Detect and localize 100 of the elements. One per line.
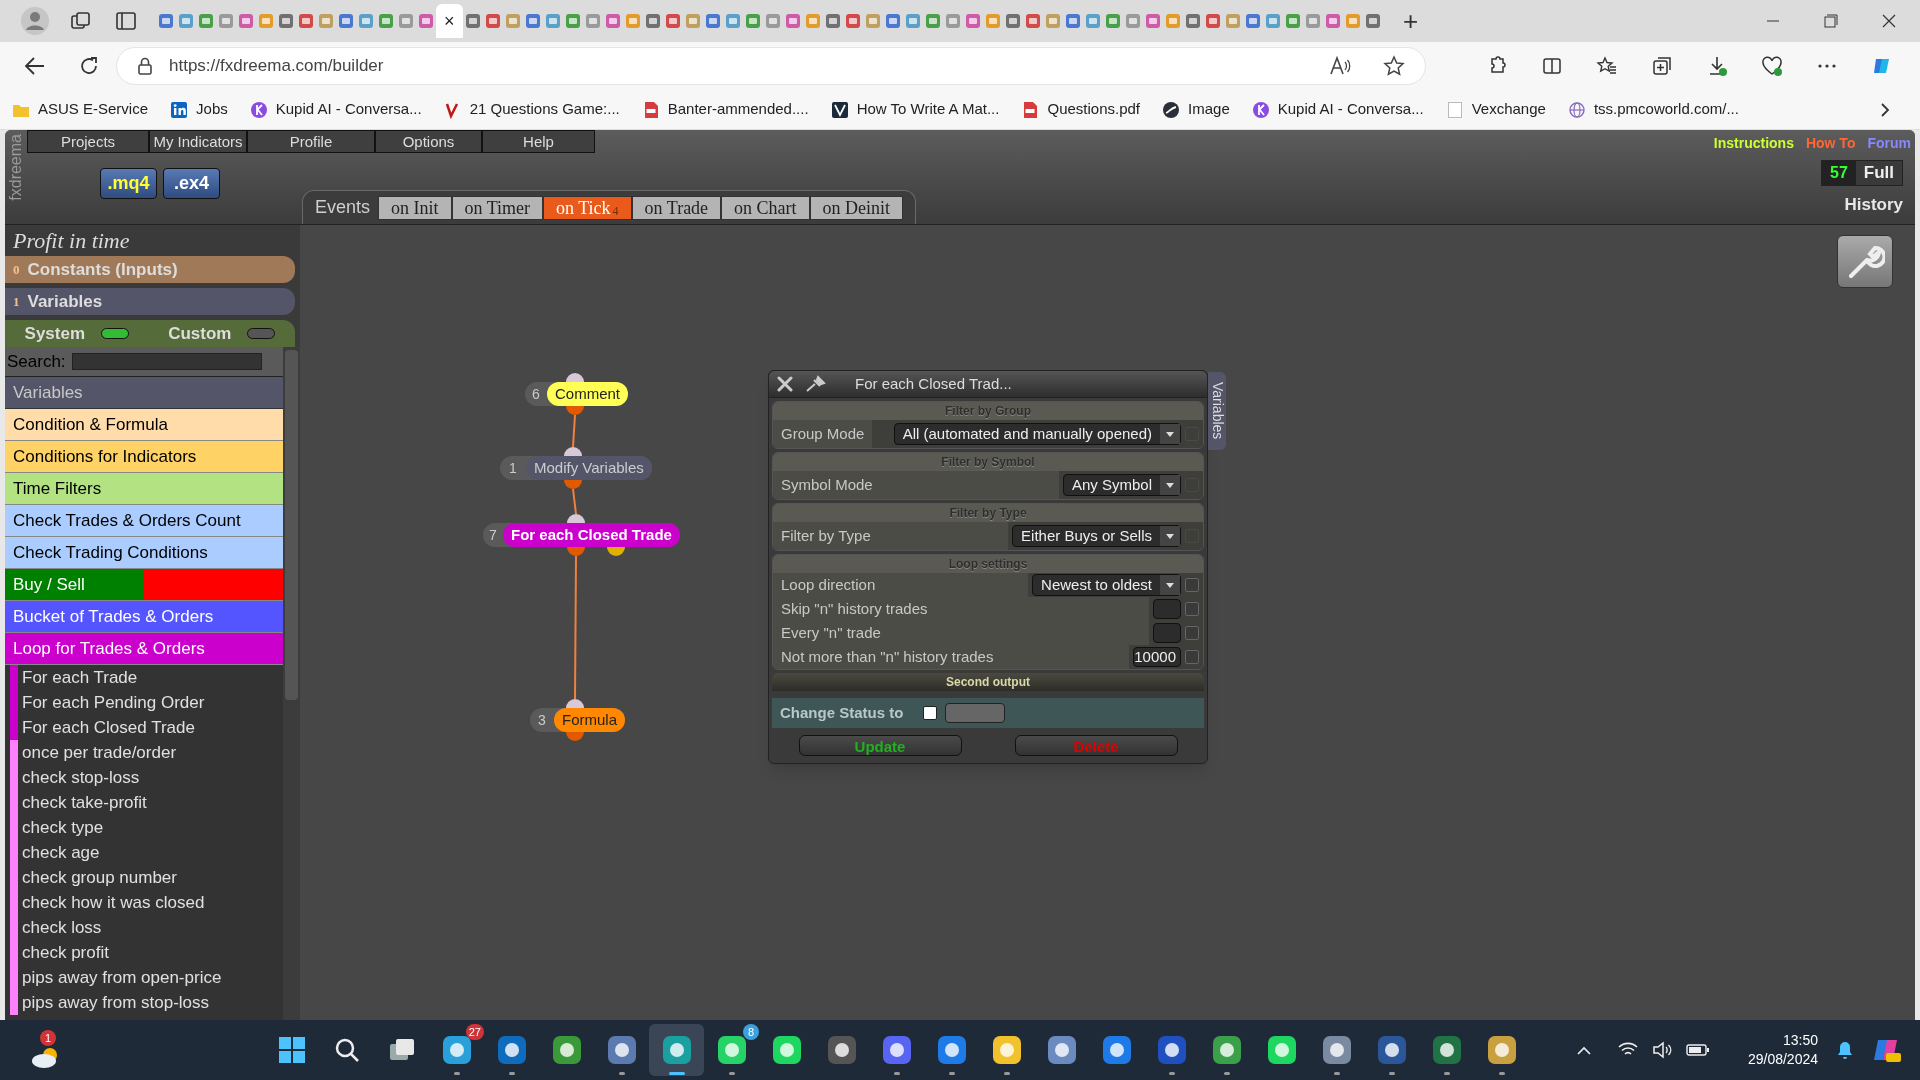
browser-tab[interactable]: ×	[436, 4, 463, 38]
taskbar-button[interactable]: 27	[429, 1024, 484, 1076]
event-tab[interactable]: on Tick$_{4}$	[543, 195, 632, 220]
heart-pulse-icon[interactable]	[1761, 55, 1783, 77]
block-item[interactable]: check stop-loss	[18, 765, 140, 790]
bookmark[interactable]: Image	[1162, 98, 1230, 121]
block-item[interactable]: check age	[18, 840, 100, 865]
checkbox[interactable]	[923, 706, 938, 720]
bookmark[interactable]: Kupid AI - Conversa...	[249, 98, 422, 121]
bookmark[interactable]: Questions.pdf	[1021, 98, 1141, 121]
dropdown[interactable]: Newest to oldest	[1032, 574, 1181, 596]
new-tab-button[interactable]: +	[1398, 8, 1423, 34]
collections-icon[interactable]	[1651, 55, 1673, 77]
flow-node[interactable]: 7 For each Closed Trade	[483, 523, 680, 547]
flow-node[interactable]: 3 Formula	[530, 708, 625, 732]
workspaces-icon[interactable]	[70, 10, 92, 32]
input-port[interactable]	[564, 447, 582, 456]
bookmark[interactable]: tss.pmcoworld.com/...	[1567, 98, 1739, 121]
block-item[interactable]: pips away from open-price	[18, 965, 222, 990]
bookmark[interactable]: ASUS E-Service	[12, 98, 149, 121]
favorite-star-icon[interactable]	[1383, 55, 1405, 77]
bookmark[interactable]: Jobs	[170, 98, 228, 121]
category-item[interactable]: Loop for Trades & Orders	[5, 633, 283, 665]
block-item[interactable]: once per trade/order	[18, 740, 177, 765]
block-item[interactable]: For each Pending Order	[18, 690, 205, 715]
number-field[interactable]	[1153, 599, 1181, 619]
block-item[interactable]: pips away from stop-loss	[18, 990, 210, 1015]
full-button[interactable]: Full	[1855, 160, 1902, 186]
checkbox[interactable]	[1185, 650, 1199, 664]
read-aloud-icon[interactable]	[1329, 56, 1351, 76]
menu-button[interactable]: Projects	[27, 130, 149, 153]
category-item[interactable]: Buy / Sell	[5, 569, 283, 601]
dropdown[interactable]: Any Symbol	[1062, 474, 1181, 496]
restore-icon[interactable]	[1824, 14, 1838, 28]
split-screen-icon[interactable]	[1541, 55, 1563, 77]
category-item[interactable]: Check Trading Conditions	[5, 537, 283, 569]
flow-node[interactable]: 6 Comment	[525, 382, 629, 406]
block-item[interactable]: For each Trade	[18, 665, 138, 690]
bookmark[interactable]: Banter-ammended....	[641, 98, 809, 121]
address-field[interactable]: https://fxdreema.com/builder	[116, 47, 1426, 85]
clock[interactable]: 13:50 29/08/2024	[1747, 1031, 1818, 1069]
section-button[interactable]: 1 Variables	[5, 288, 295, 315]
close-icon[interactable]	[1882, 14, 1896, 28]
menu-button[interactable]: My Indicators	[149, 130, 247, 153]
event-tab[interactable]: on Chart	[721, 195, 810, 220]
volume-icon[interactable]	[1651, 1041, 1672, 1059]
export-button[interactable]: .ex4	[163, 167, 220, 199]
reload-icon[interactable]	[78, 55, 100, 77]
block-item[interactable]: check take-profit	[18, 790, 147, 815]
input-port[interactable]	[567, 514, 585, 523]
dropdown[interactable]: Either Buys or Sells	[1012, 525, 1181, 547]
chevron-right-icon[interactable]	[1878, 101, 1892, 118]
menu-button[interactable]: Options	[375, 130, 482, 153]
profile-icon[interactable]	[20, 6, 50, 36]
event-tab[interactable]: on Init	[378, 195, 452, 220]
category-item[interactable]: Check Trades & Orders Count	[5, 505, 283, 537]
block-item[interactable]: check how it was closed	[18, 890, 205, 915]
event-tab[interactable]: on Trade	[631, 195, 722, 220]
category-item[interactable]: Time Filters	[5, 473, 283, 505]
bookmark[interactable]: Vexchange	[1445, 98, 1546, 121]
toggle[interactable]: Custom	[168, 320, 276, 347]
search-field[interactable]	[71, 353, 262, 370]
checkbox[interactable]	[1185, 602, 1199, 616]
event-tab[interactable]: on Timer	[451, 195, 544, 220]
event-tab[interactable]: on Deinit	[809, 195, 904, 220]
input-port[interactable]	[566, 699, 584, 708]
output-port[interactable]	[564, 480, 582, 489]
notification-bell-icon[interactable]	[1836, 1040, 1854, 1060]
output-port[interactable]	[607, 547, 625, 556]
toggle-switch[interactable]	[247, 328, 276, 339]
favorites-icon[interactable]	[1596, 55, 1618, 77]
toggle[interactable]: System	[24, 320, 130, 347]
status-field[interactable]	[945, 703, 1006, 723]
side-tab[interactable]: Variables	[1208, 372, 1226, 450]
category-item[interactable]: Bucket of Trades & Orders	[5, 601, 283, 633]
input-port[interactable]	[566, 373, 584, 382]
bookmark[interactable]: Kupid AI - Conversa...	[1251, 98, 1424, 121]
vertical-tabs-icon[interactable]	[116, 12, 136, 30]
tools-button[interactable]	[1837, 235, 1893, 288]
dropdown[interactable]: All (automated and manually opened)	[893, 423, 1181, 445]
number-field[interactable]	[1153, 623, 1181, 643]
number-field[interactable]: 10000	[1133, 647, 1181, 667]
taskbar-button[interactable]	[649, 1024, 704, 1076]
menu-button[interactable]: Profile	[247, 130, 375, 153]
menu-button[interactable]: Help	[482, 130, 595, 153]
dialog-button[interactable]: Update	[798, 735, 962, 756]
block-item[interactable]: check group number	[18, 865, 177, 890]
output-port[interactable]	[567, 547, 585, 556]
block-item[interactable]: For each Closed Trade	[18, 715, 195, 740]
scrollbar-thumb[interactable]	[285, 350, 298, 700]
output-port[interactable]	[566, 406, 584, 415]
checkbox[interactable]	[1185, 578, 1199, 592]
header-link[interactable]: Instructions	[1713, 133, 1794, 154]
bookmark[interactable]: How To Write A Mat...	[830, 98, 1000, 121]
block-item[interactable]: check type	[18, 815, 104, 840]
block-item[interactable]: check loss	[18, 915, 102, 940]
back-icon[interactable]	[24, 55, 46, 77]
toggle-switch[interactable]	[101, 328, 130, 339]
checkbox[interactable]	[1185, 626, 1199, 640]
export-button[interactable]: .mq4	[100, 167, 157, 199]
